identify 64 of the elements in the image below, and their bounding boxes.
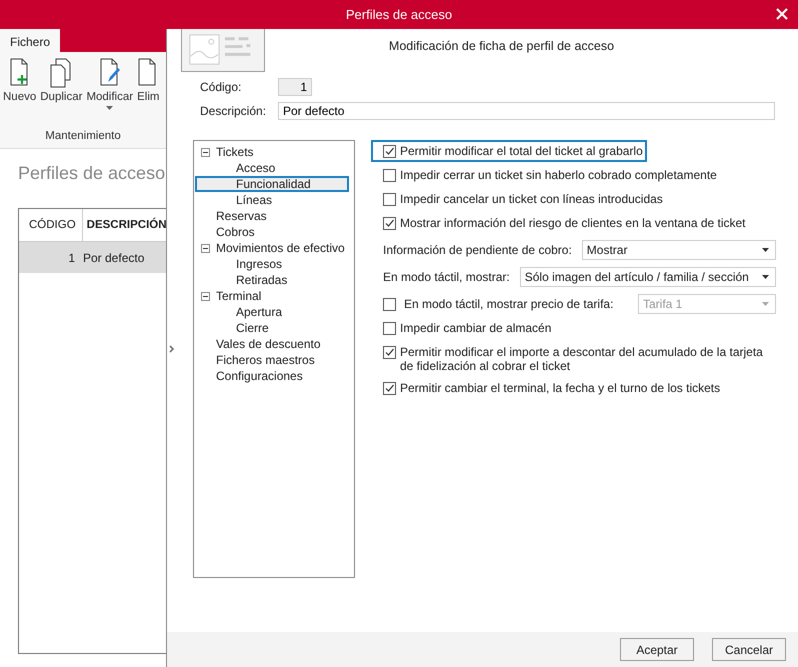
- tree-item[interactable]: Movimientos de efectivo: [195, 240, 349, 256]
- checkbox[interactable]: [383, 382, 396, 395]
- tree-item[interactable]: Funcionalidad: [195, 176, 349, 192]
- dropdown-arrow-icon: [762, 248, 769, 252]
- ribbon-button-label[interactable]: Elim: [137, 91, 160, 103]
- checkbox-label[interactable]: Impedir cambiar de almacén: [400, 321, 552, 335]
- tree-item[interactable]: Vales de descuento: [195, 336, 349, 352]
- collapse-icon[interactable]: [201, 148, 210, 156]
- checkbox[interactable]: [383, 145, 396, 158]
- close-icon[interactable]: [776, 8, 788, 20]
- tree-item[interactable]: Ficheros maestros: [195, 352, 349, 368]
- tree-item[interactable]: Cobros: [195, 224, 349, 240]
- code-field[interactable]: 1: [278, 78, 312, 96]
- ribbon-button-label[interactable]: Modificar: [86, 91, 134, 103]
- ribbon-button-label[interactable]: Nuevo: [3, 91, 36, 103]
- field-label: Código:: [200, 80, 242, 94]
- column-header[interactable]: DESCRIPCIÓN: [82, 209, 166, 241]
- dropdown[interactable]: Mostrar: [582, 240, 776, 260]
- checkbox[interactable]: [383, 346, 396, 359]
- column-header[interactable]: CÓDIGO: [19, 219, 82, 231]
- tree-item[interactable]: Terminal: [195, 288, 349, 304]
- caret-icon[interactable]: [106, 106, 114, 110]
- window-title: Perfiles de acceso: [346, 7, 452, 22]
- dialog-button[interactable]: Cancelar: [712, 638, 786, 661]
- collapse-icon[interactable]: [201, 244, 210, 252]
- checkbox-label[interactable]: Impedir cerrar un ticket sin haberlo cobrado completamente: [400, 168, 717, 182]
- dialog-heading: Modificación de ficha de perfil de acceso: [388, 38, 616, 55]
- table-cell-text: 1: [67, 250, 76, 264]
- description-field[interactable]: Por defecto: [278, 102, 775, 120]
- checkbox-label[interactable]: Permitir modificar el importe a descontar del acumulado de la tarjeta de fidelización al cobrar el ticket: [400, 345, 772, 373]
- ribbon-group-label: Mantenimiento: [44, 129, 122, 142]
- dropdown-arrow-icon: [762, 274, 769, 278]
- field-label: Información de pendiente de cobro:: [383, 242, 572, 256]
- ribbon-tab[interactable]: Fichero: [0, 29, 60, 52]
- tree-item[interactable]: Configuraciones: [195, 368, 349, 384]
- checkbox-label[interactable]: Impedir cancelar un ticket con líneas introducidas: [400, 192, 663, 206]
- checkbox[interactable]: [383, 217, 396, 230]
- copy-documents-icon: [50, 58, 72, 88]
- table-cell: Por defecto: [83, 250, 144, 264]
- collapse-icon[interactable]: [201, 292, 210, 300]
- checkbox[interactable]: [383, 322, 396, 335]
- table-row[interactable]: 1 Por defecto: [19, 242, 166, 273]
- tree-item[interactable]: Reservas: [195, 208, 349, 224]
- dialog-button[interactable]: Aceptar: [620, 638, 694, 661]
- tree-item[interactable]: Apertura: [195, 304, 349, 320]
- tree-item[interactable]: Acceso: [195, 160, 349, 176]
- dropdown[interactable]: Sólo imagen del artículo / familia / sección: [520, 266, 776, 286]
- dropdown-arrow-icon: [762, 302, 769, 306]
- chevron-right-icon[interactable]: [169, 345, 175, 353]
- field-label: En modo táctil, mostrar:: [383, 270, 510, 284]
- tree-item[interactable]: Líneas: [195, 192, 349, 208]
- edit-document-icon: [98, 58, 121, 88]
- checkbox-label[interactable]: Mostrar información del riesgo de clientes en la ventana de ticket: [400, 216, 746, 230]
- checkbox[interactable]: [383, 193, 396, 206]
- checkbox-label[interactable]: Permitir cambiar el terminal, la fecha y el turno de los tickets: [400, 381, 720, 395]
- checkbox[interactable]: [383, 169, 396, 182]
- tree-item[interactable]: Tickets: [195, 144, 349, 160]
- tree-item[interactable]: Retiradas: [195, 272, 349, 288]
- tree-item[interactable]: Ingresos: [195, 256, 349, 272]
- image-placeholder-icon: [181, 29, 265, 72]
- ribbon-button-label[interactable]: Duplicar: [40, 91, 82, 103]
- tree-item[interactable]: Cierre: [195, 320, 349, 336]
- page-heading: Perfiles de acceso: [17, 162, 166, 185]
- field-label: Descripción:: [200, 104, 268, 118]
